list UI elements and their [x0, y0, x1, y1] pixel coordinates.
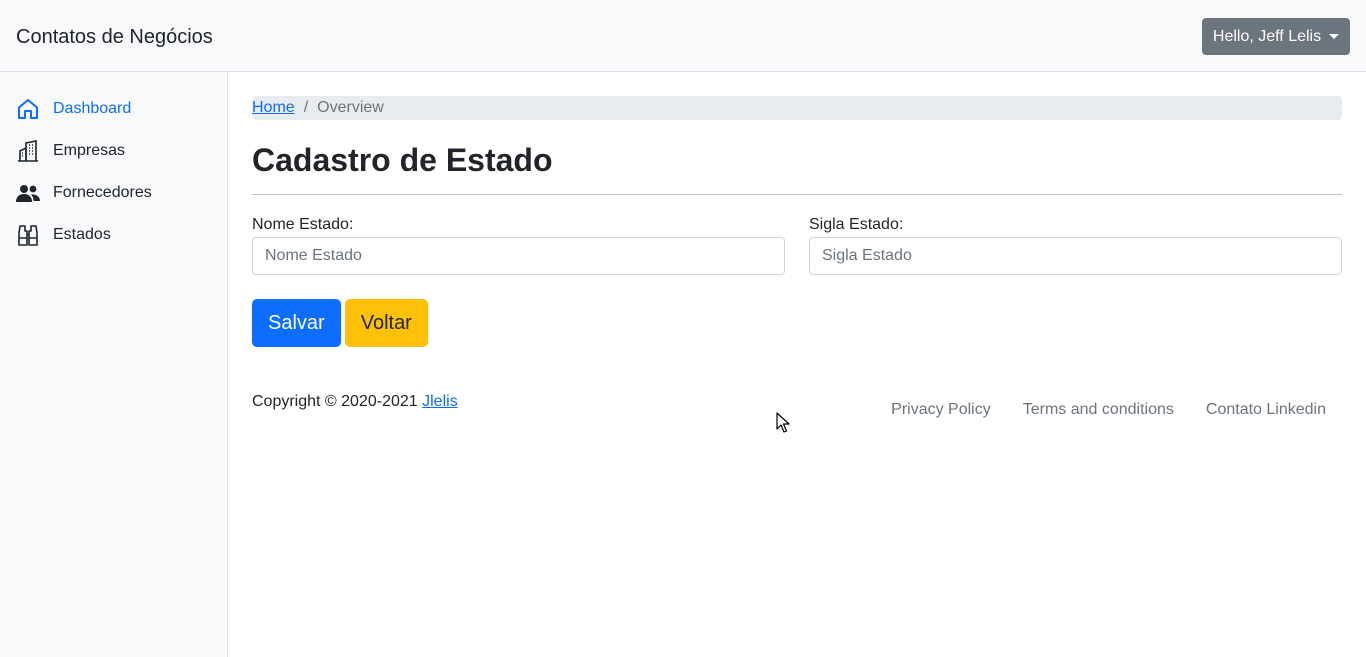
terms-link[interactable]: Terms and conditions [1023, 400, 1174, 420]
nome-estado-group: Nome Estado: [252, 215, 785, 275]
sidebar-item-empresas[interactable]: Empresas [0, 130, 227, 172]
sidebar-item-label: Dashboard [53, 100, 132, 117]
mouse-cursor-icon [776, 412, 790, 433]
breadcrumb: Home / Overview [252, 96, 1342, 120]
sidebar-item-label: Empresas [53, 142, 126, 159]
binoculars-icon [16, 223, 40, 247]
form-actions: Salvar Voltar [252, 299, 1342, 347]
sidebar-item-estados[interactable]: Estados [0, 214, 227, 256]
copyright-label: Copyright © 2020-2021 [252, 393, 423, 410]
app-brand[interactable]: Contatos de Negócios [16, 25, 213, 49]
save-button[interactable]: Salvar [252, 299, 341, 347]
back-button[interactable]: Voltar [344, 299, 428, 347]
user-menu-label: Hello, Jeff Lelis [1212, 27, 1322, 45]
sidebar-item-label: Estados [53, 226, 111, 243]
footer-links: Privacy Policy Terms and conditions Cont… [891, 400, 1326, 420]
main-content: Home / Overview Cadastro de Estado Nome … [252, 96, 1342, 347]
state-form: Nome Estado: Sigla Estado: [252, 215, 1342, 275]
nome-estado-label: Nome Estado: [252, 216, 354, 233]
linkedin-contact-link[interactable]: Contato Linkedin [1206, 400, 1326, 420]
sigla-estado-input[interactable] [809, 237, 1342, 275]
breadcrumb-separator: / [303, 99, 309, 116]
buildings-icon [16, 139, 40, 163]
sidebar-item-label: Fornecedores [53, 184, 152, 201]
footer: Copyright © 2020-2021 Jlelis Privacy Pol… [252, 392, 1342, 432]
author-link[interactable]: Jlelis [422, 393, 458, 410]
caret-down-icon [1329, 34, 1340, 39]
people-icon [16, 181, 40, 205]
sigla-estado-group: Sigla Estado: [809, 215, 1342, 275]
user-menu-button[interactable]: Hello, Jeff Lelis [1202, 18, 1350, 55]
breadcrumb-current: Overview [317, 99, 384, 116]
house-icon [16, 97, 40, 121]
privacy-policy-link[interactable]: Privacy Policy [891, 400, 991, 420]
breadcrumb-home-link[interactable]: Home [252, 99, 295, 117]
sigla-estado-label: Sigla Estado: [809, 216, 904, 233]
sidebar-item-dashboard[interactable]: Dashboard [0, 88, 227, 130]
page-title: Cadastro de Estado [252, 140, 1342, 195]
sidebar-item-fornecedores[interactable]: Fornecedores [0, 172, 227, 214]
sidebar: Dashboard Empresas Fornecedores Estados [0, 72, 228, 657]
sidebar-menu: Dashboard Empresas Fornecedores Estados [0, 72, 227, 256]
nome-estado-input[interactable] [252, 237, 785, 275]
copyright-text: Copyright © 2020-2021 Jlelis [252, 392, 458, 412]
top-navbar: Contatos de Negócios Hello, Jeff Lelis [0, 0, 1366, 72]
